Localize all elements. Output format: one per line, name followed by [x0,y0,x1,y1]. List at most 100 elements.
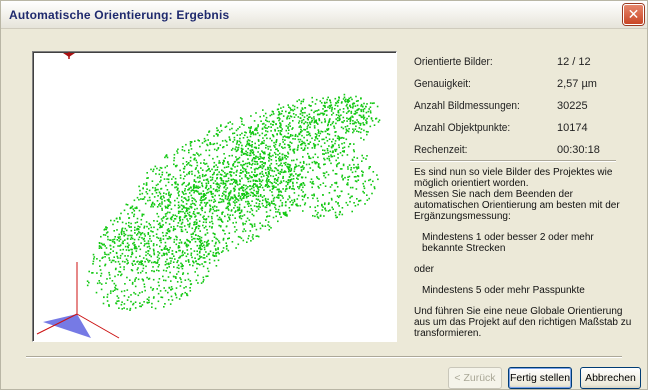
cloud-point [324,208,326,210]
cloud-point [145,242,148,245]
cloud-point [267,180,269,183]
back-button[interactable]: < Zurück [448,367,502,389]
cloud-point [193,180,196,182]
cloud-point [339,195,341,197]
cloud-point [343,146,346,149]
cloud-point [203,261,206,263]
cloud-point [261,167,264,170]
cloud-point [160,218,163,220]
cloud-point [233,139,236,141]
cloud-point [314,215,316,218]
cloud-point [276,127,279,129]
cloud-point [297,144,300,147]
cloud-point [300,100,303,103]
cloud-point [334,211,337,214]
cloud-point [240,187,243,189]
cloud-point [117,260,120,263]
cloud-point [300,102,302,105]
cloud-point [290,142,293,144]
cloud-point [181,230,184,233]
cloud-point [113,259,115,262]
cloud-point [194,234,197,236]
cloud-point [249,174,251,177]
cloud-point [212,254,214,256]
cloud-point [300,131,302,134]
cloud-point [249,152,251,154]
cloud-point [99,265,101,267]
cloud-point [104,256,106,258]
cloud-point [189,287,191,289]
cloud-point [277,172,280,174]
cloud-point [102,302,105,305]
cloud-point [126,299,129,301]
cloud-point [195,279,198,282]
cloud-point [222,247,225,249]
cloud-point [317,156,319,159]
cloud-point [193,223,195,226]
cloud-point [290,167,293,170]
cloud-point [134,301,137,303]
cloud-point [159,245,161,248]
cloud-point [120,212,122,215]
cloud-point [118,233,120,236]
cloud-point [207,191,209,194]
cloud-point [124,245,127,248]
cloud-point [287,127,289,130]
cloud-point [239,180,241,183]
cloud-point [278,156,281,158]
cloud-point [136,217,139,220]
cloud-point [238,188,240,190]
title-bar[interactable]: Automatische Orientierung: Ergebnis ✕ [1,1,647,29]
cloud-point [243,206,246,208]
point-cloud-viewport[interactable] [32,51,397,342]
cloud-point [302,156,304,158]
cloud-point [179,216,182,218]
cloud-point [151,230,154,233]
cloud-point [103,251,106,254]
cloud-point [355,175,357,178]
cloud-point [152,266,154,268]
cloud-point [328,155,330,158]
cloud-point [373,124,376,126]
cloud-point [356,119,358,121]
cloud-point [255,228,258,231]
cloud-point [157,281,160,284]
cloud-point [222,159,225,162]
cancel-button[interactable]: Abbrechen [580,367,641,389]
cloud-point [134,307,137,309]
finish-button[interactable]: Fertig stellen [508,367,572,389]
cloud-point [270,227,272,229]
cloud-point [352,131,354,134]
cloud-point [244,194,247,197]
cloud-point [174,204,176,207]
cloud-point [334,134,337,137]
cloud-point [319,184,322,186]
cloud-point [303,162,305,164]
cloud-point [196,262,198,265]
cloud-point [136,207,138,209]
cloud-point [227,213,229,216]
cloud-point [251,158,254,161]
cloud-point [145,191,148,193]
cloud-point [208,258,211,261]
cloud-point [188,171,191,173]
cloud-point [186,173,188,176]
cloud-point [202,199,204,201]
cloud-point [269,164,271,167]
cloud-point [130,229,133,232]
cloud-point [123,303,126,305]
cloud-point [168,287,171,289]
cloud-point [297,146,299,149]
cloud-point [148,227,150,230]
cloud-point [330,124,332,126]
cloud-point [167,178,170,181]
cloud-point [296,203,298,205]
close-button[interactable]: ✕ [623,4,644,25]
cloud-point [292,201,294,204]
cloud-point [207,182,210,184]
cloud-point [275,186,277,188]
cloud-point [187,223,189,226]
cloud-point [316,213,318,216]
cloud-point [194,186,197,189]
cloud-point [366,103,368,105]
